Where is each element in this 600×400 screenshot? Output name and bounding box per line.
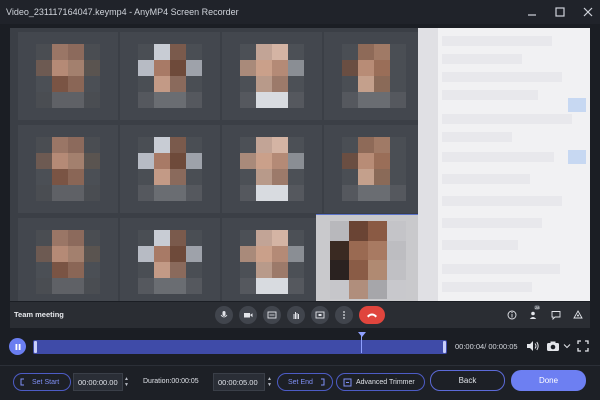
minimize-icon[interactable] — [526, 6, 538, 18]
participant-tile — [222, 218, 322, 301]
window-title: Video_231117164047.keymp4 - AnyMP4 Scree… — [6, 7, 239, 17]
trimmer-icon — [343, 378, 352, 386]
participant-tile — [324, 125, 424, 213]
participant-tile — [324, 32, 424, 120]
timeline-track[interactable] — [33, 340, 447, 354]
participant-video-blurred — [342, 137, 406, 201]
advanced-trimmer-button[interactable]: Advanced Trimmer — [336, 373, 425, 391]
camera-icon — [239, 306, 257, 324]
panel-row — [442, 196, 562, 206]
end-time-field[interactable]: 00:00:05.00 — [213, 373, 265, 391]
participant-video-blurred — [138, 230, 202, 294]
back-button[interactable]: Back — [430, 370, 505, 391]
meeting-title: Team meeting — [14, 310, 64, 319]
panel-divider — [418, 28, 438, 301]
participant-tile — [222, 32, 322, 120]
bracket-right-icon — [320, 378, 325, 386]
activities-icon — [572, 309, 584, 321]
panel-row — [442, 282, 532, 292]
timeline-row: 00:00:04/ 00:00:05 — [0, 332, 600, 360]
participant-video-blurred — [36, 137, 100, 201]
trim-end-handle[interactable] — [443, 341, 446, 353]
panel-row — [442, 90, 538, 100]
set-start-button[interactable]: Set Start — [13, 373, 71, 391]
participant-tile — [18, 218, 118, 301]
microphone-icon — [215, 306, 233, 324]
time-readout: 00:00:04/ 00:00:05 — [455, 342, 518, 351]
fullscreen-icon[interactable] — [576, 339, 590, 353]
panel-row — [442, 36, 552, 46]
start-time-field[interactable]: 00:00:00.00 — [73, 373, 123, 391]
participant-tile — [18, 32, 118, 120]
set-start-label: Set Start — [32, 378, 60, 386]
panel-row — [442, 132, 512, 142]
more-options-icon — [335, 306, 353, 324]
info-icon — [506, 309, 518, 321]
done-button[interactable]: Done — [511, 370, 586, 391]
meeting-toolbar: Team meeting 28 — [10, 302, 590, 328]
participants-icon: 28 — [528, 305, 541, 321]
panel-highlight — [568, 98, 586, 112]
volume-icon[interactable] — [526, 339, 540, 353]
participant-tile — [120, 218, 220, 301]
pause-button[interactable] — [9, 338, 26, 355]
panel-row — [442, 218, 542, 228]
self-video-blurred — [330, 221, 406, 299]
playhead[interactable] — [361, 333, 362, 353]
chat-icon — [550, 309, 562, 321]
duration-label: Duration:00:00:05 — [143, 378, 199, 385]
end-time-stepper[interactable]: ▲ ▼ — [266, 374, 273, 390]
snapshot-camera-icon[interactable] — [546, 339, 562, 353]
panel-row — [442, 240, 518, 250]
panel-row — [442, 54, 522, 64]
bracket-left-icon — [20, 378, 24, 386]
participant-video-blurred — [240, 230, 304, 294]
caption-icon — [263, 306, 281, 324]
panel-highlight — [568, 150, 586, 164]
participants-badge: 28 — [534, 305, 541, 310]
panel-row — [442, 152, 554, 162]
advanced-trimmer-label: Advanced Trimmer — [356, 378, 415, 386]
participant-video-blurred — [240, 137, 304, 201]
participant-video-blurred — [36, 44, 100, 108]
participant-tile — [120, 32, 220, 120]
side-panel-blurred — [418, 28, 590, 301]
set-end-button[interactable]: Set End — [277, 373, 333, 391]
hang-up-icon — [359, 306, 385, 324]
raise-hand-icon — [287, 306, 305, 324]
participant-video-blurred — [240, 44, 304, 108]
start-time-stepper[interactable]: ▲ ▼ — [123, 374, 130, 390]
participant-tile — [120, 125, 220, 213]
panel-row — [442, 264, 560, 274]
maximize-icon[interactable] — [554, 6, 566, 18]
panel-row — [442, 72, 562, 82]
close-icon[interactable] — [582, 6, 594, 18]
trim-start-handle[interactable] — [34, 341, 37, 353]
title-bar: Video_231117164047.keymp4 - AnyMP4 Scree… — [0, 0, 600, 24]
video-preview — [10, 28, 590, 301]
playhead-marker[interactable] — [358, 332, 366, 337]
participant-tile — [222, 125, 322, 213]
panel-row — [442, 114, 572, 124]
snapshot-dropdown-icon[interactable] — [563, 339, 571, 353]
panel-row — [442, 174, 530, 184]
share-screen-icon — [311, 306, 329, 324]
participant-tile — [18, 125, 118, 213]
participant-video-blurred — [138, 137, 202, 201]
trim-bar: Set Start 00:00:00.00 ▲ ▼ Duration:00:00:… — [0, 365, 600, 400]
participant-video-blurred — [342, 44, 406, 108]
participant-video-blurred — [36, 230, 100, 294]
set-end-label: Set End — [288, 378, 313, 386]
participant-video-blurred — [138, 44, 202, 108]
self-view-tile — [316, 214, 418, 301]
